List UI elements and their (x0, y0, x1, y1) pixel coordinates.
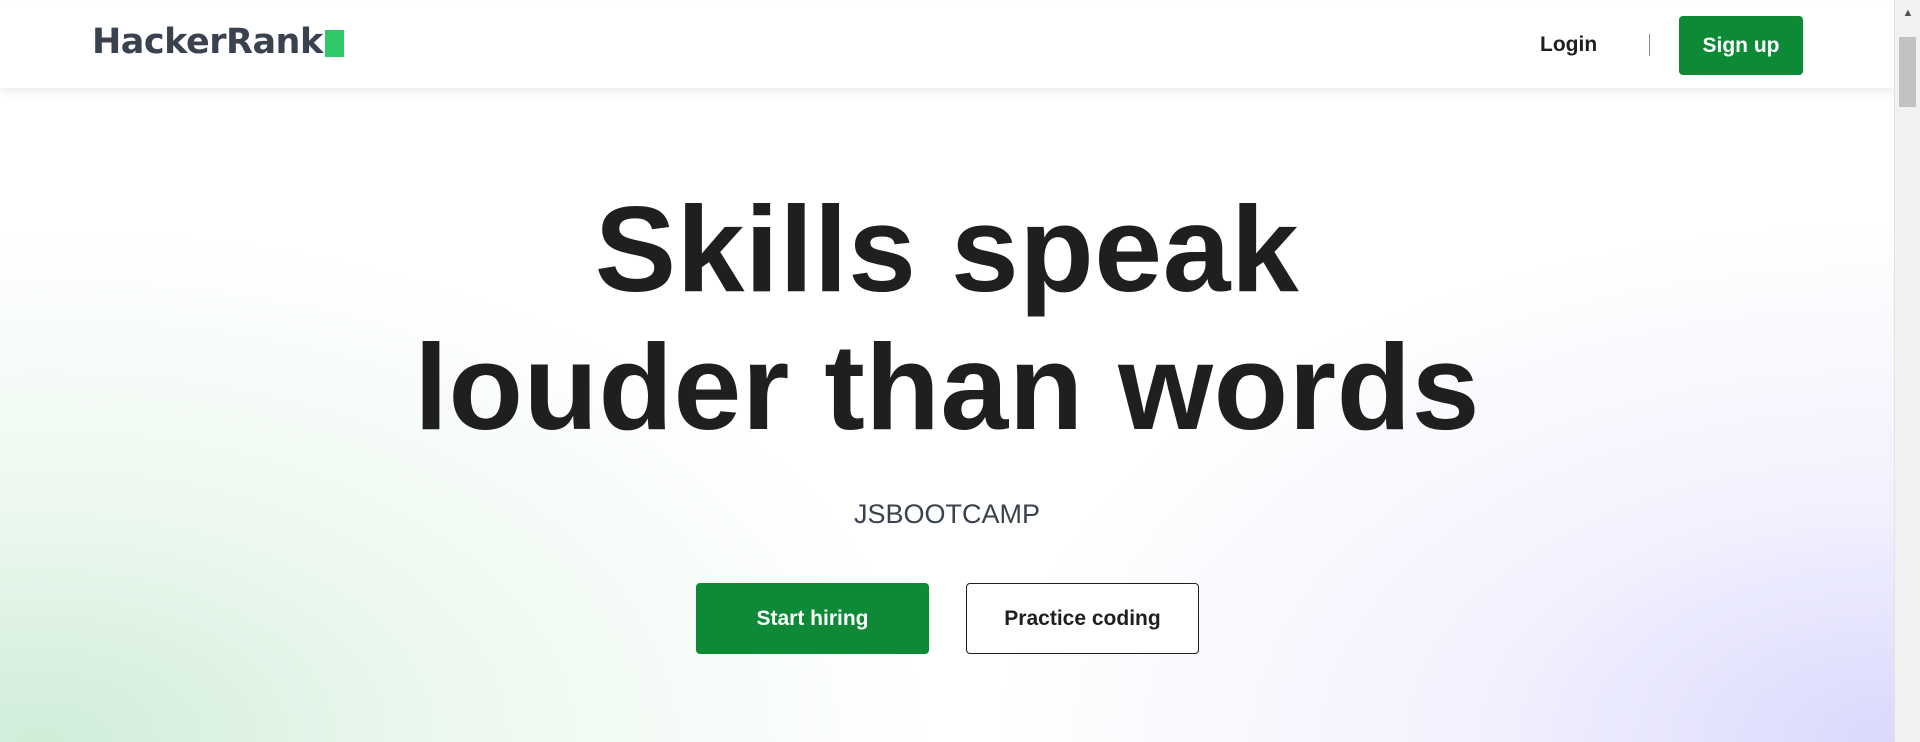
hero-title: Skills speak louder than words (0, 180, 1894, 456)
hero-subtitle: JSBOOTCAMP (853, 499, 1041, 529)
logo-wordmark: HackerRank (92, 22, 323, 62)
scrollbar-thumb[interactable] (1899, 37, 1916, 107)
start-hiring-button[interactable]: Start hiring (696, 583, 929, 654)
signup-button[interactable]: Sign up (1679, 16, 1803, 75)
hackerrank-logo[interactable]: HackerRank (92, 21, 344, 63)
top-navbar: HackerRank Login Sign up (0, 1, 1894, 88)
vertical-scrollbar[interactable]: ▲ (1894, 0, 1920, 742)
page-viewport: HackerRank Login Sign up Skills speak lo… (0, 0, 1894, 742)
hero-title-line-2: louder than words (414, 319, 1480, 455)
nav-divider (1649, 34, 1650, 56)
logo-square-icon (324, 29, 344, 57)
practice-coding-button[interactable]: Practice coding (966, 583, 1199, 654)
login-link[interactable]: Login (1540, 23, 1597, 67)
hero-title-line-1: Skills speak (594, 181, 1300, 317)
scroll-up-arrow-icon[interactable]: ▲ (1895, 2, 1920, 24)
